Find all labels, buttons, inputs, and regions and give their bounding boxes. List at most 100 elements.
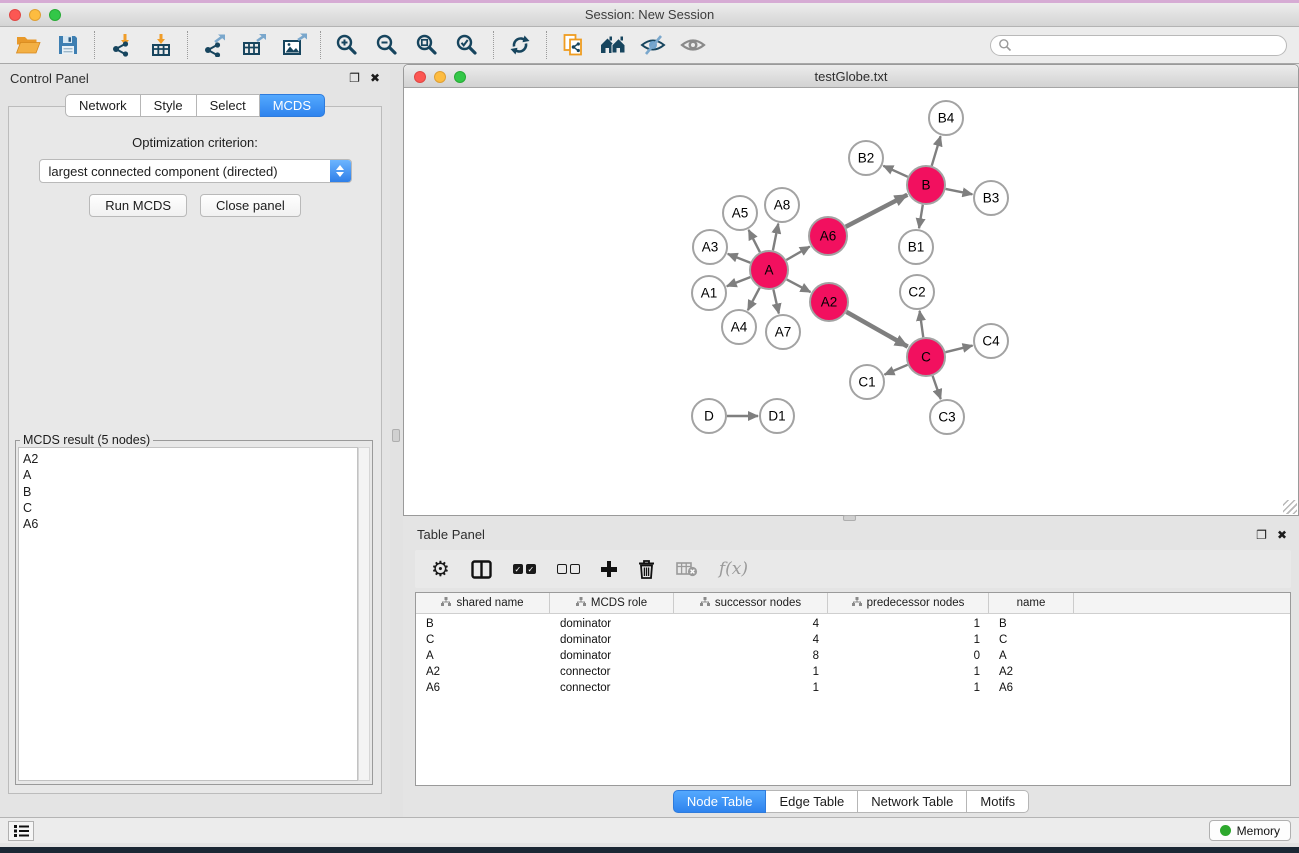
select-all-columns-icon[interactable]: ✓✓ <box>513 564 536 574</box>
cell-MCDS-role[interactable]: dominator <box>550 618 674 630</box>
column-header-successor-nodes[interactable]: successor nodes <box>674 593 828 613</box>
cell-shared-name[interactable]: A <box>416 650 550 662</box>
node-D[interactable]: D <box>692 399 726 433</box>
edge-A-A4[interactable] <box>748 288 760 310</box>
zoom-selected-icon[interactable] <box>447 29 487 61</box>
network-canvas[interactable]: B4B2BB3A8A5A6A3B1AA1C2A2A4A7C4CC1C3DD1 <box>404 88 1298 515</box>
divider-handle[interactable] <box>392 429 400 442</box>
delete-column-icon[interactable] <box>638 559 655 579</box>
split-divider-vertical[interactable] <box>390 64 403 817</box>
tab-edge-table[interactable]: Edge Table <box>766 790 858 813</box>
cell-shared-name[interactable]: A6 <box>416 682 550 694</box>
table-row[interactable]: Bdominator41B <box>416 616 1290 632</box>
node-C1[interactable]: C1 <box>850 365 884 399</box>
edge-C-C3[interactable] <box>933 376 941 399</box>
zoom-fit-icon[interactable] <box>407 29 447 61</box>
zoom-out-icon[interactable] <box>367 29 407 61</box>
deselect-all-columns-icon[interactable] <box>557 564 580 574</box>
import-network-icon[interactable] <box>101 29 141 61</box>
cell-predecessor-nodes[interactable]: 0 <box>828 650 989 662</box>
table-row[interactable]: Adominator80A <box>416 648 1290 664</box>
edge-A-A3[interactable] <box>728 254 751 263</box>
save-session-icon[interactable] <box>48 29 88 61</box>
node-A6[interactable]: A6 <box>809 217 847 255</box>
edge-C-C1[interactable] <box>884 365 907 375</box>
delete-table-icon[interactable] <box>676 561 698 577</box>
clone-network-icon[interactable] <box>553 29 593 61</box>
edge-A-A5[interactable] <box>749 230 760 252</box>
column-header-predecessor-nodes[interactable]: predecessor nodes <box>828 593 989 613</box>
edge-A-A6[interactable] <box>786 246 809 260</box>
node-C2[interactable]: C2 <box>900 275 934 309</box>
open-session-icon[interactable] <box>8 29 48 61</box>
edge-C-C4[interactable] <box>945 346 972 353</box>
hide-graphics-details-icon[interactable] <box>633 29 673 61</box>
table-row[interactable]: Cdominator41C <box>416 632 1290 648</box>
edge-B-B2[interactable] <box>883 166 907 177</box>
node-A2[interactable]: A2 <box>810 283 848 321</box>
cell-successor-nodes[interactable]: 4 <box>674 634 828 646</box>
edge-A6-B[interactable] <box>846 195 908 227</box>
tab-mcds[interactable]: MCDS <box>260 94 325 117</box>
cell-successor-nodes[interactable]: 1 <box>674 682 828 694</box>
refresh-icon[interactable] <box>500 29 540 61</box>
split-divider-horizontal[interactable] <box>403 516 1299 521</box>
node-A[interactable]: A <box>750 251 788 289</box>
node-A5[interactable]: A5 <box>723 196 757 230</box>
node-A8[interactable]: A8 <box>765 188 799 222</box>
tab-motifs[interactable]: Motifs <box>967 790 1029 813</box>
close-panel-button[interactable]: Close panel <box>200 194 301 217</box>
result-item[interactable]: A2 <box>23 451 357 467</box>
node-C[interactable]: C <box>907 338 945 376</box>
edge-B-B4[interactable] <box>932 136 941 166</box>
cell-name[interactable]: A6 <box>989 682 1074 694</box>
cell-shared-name[interactable]: A2 <box>416 666 550 678</box>
home-icon[interactable] <box>593 29 633 61</box>
resize-grip-icon[interactable] <box>1283 500 1297 514</box>
edge-A2-C[interactable] <box>846 312 907 347</box>
cell-name[interactable]: A2 <box>989 666 1074 678</box>
memory-button[interactable]: Memory <box>1209 820 1291 841</box>
result-item[interactable]: A6 <box>23 516 357 532</box>
edge-A-A2[interactable] <box>787 279 811 292</box>
result-item[interactable]: B <box>23 484 357 500</box>
column-header-name[interactable]: name <box>989 593 1074 613</box>
table-row[interactable]: A6connector11A6 <box>416 680 1290 696</box>
edge-A-A8[interactable] <box>773 224 778 251</box>
network-graph[interactable]: B4B2BB3A8A5A6A3B1AA1C2A2A4A7C4CC1C3DD1 <box>404 88 1298 515</box>
cell-name[interactable]: A <box>989 650 1074 662</box>
tab-network-table[interactable]: Network Table <box>858 790 967 813</box>
cell-predecessor-nodes[interactable]: 1 <box>828 634 989 646</box>
zoom-window-button[interactable] <box>49 9 61 21</box>
export-table-icon[interactable] <box>234 29 274 61</box>
cell-MCDS-role[interactable]: dominator <box>550 634 674 646</box>
edge-B-B1[interactable] <box>919 205 923 228</box>
edge-A-A1[interactable] <box>727 277 751 286</box>
cell-successor-nodes[interactable]: 1 <box>674 666 828 678</box>
edge-C-C2[interactable] <box>920 311 924 337</box>
result-item[interactable]: A <box>23 467 357 483</box>
cell-successor-nodes[interactable]: 4 <box>674 618 828 630</box>
close-network-window-button[interactable] <box>414 71 426 83</box>
close-panel-icon[interactable]: ✖ <box>370 71 380 85</box>
node-B4[interactable]: B4 <box>929 101 963 135</box>
minimize-network-window-button[interactable] <box>434 71 446 83</box>
result-scrollbar[interactable] <box>358 447 370 781</box>
show-graphics-details-icon[interactable] <box>673 29 713 61</box>
tab-network[interactable]: Network <box>65 94 141 117</box>
close-table-panel-icon[interactable]: ✖ <box>1277 528 1287 542</box>
node-B1[interactable]: B1 <box>899 230 933 264</box>
search-field[interactable] <box>990 35 1287 56</box>
table-settings-icon[interactable]: ⚙ <box>431 559 450 580</box>
table-row[interactable]: A2connector11A2 <box>416 664 1290 680</box>
tab-select[interactable]: Select <box>197 94 260 117</box>
search-input[interactable] <box>1012 38 1279 52</box>
mcds-result-list[interactable]: A2ABCA6 <box>18 447 358 781</box>
cell-name[interactable]: C <box>989 634 1074 646</box>
column-header-shared-name[interactable]: shared name <box>416 593 550 613</box>
zoom-in-icon[interactable] <box>327 29 367 61</box>
node-A7[interactable]: A7 <box>766 315 800 349</box>
show-column-panel-icon[interactable] <box>471 560 492 579</box>
node-A1[interactable]: A1 <box>692 276 726 310</box>
float-table-panel-icon[interactable]: ❐ <box>1256 528 1267 542</box>
